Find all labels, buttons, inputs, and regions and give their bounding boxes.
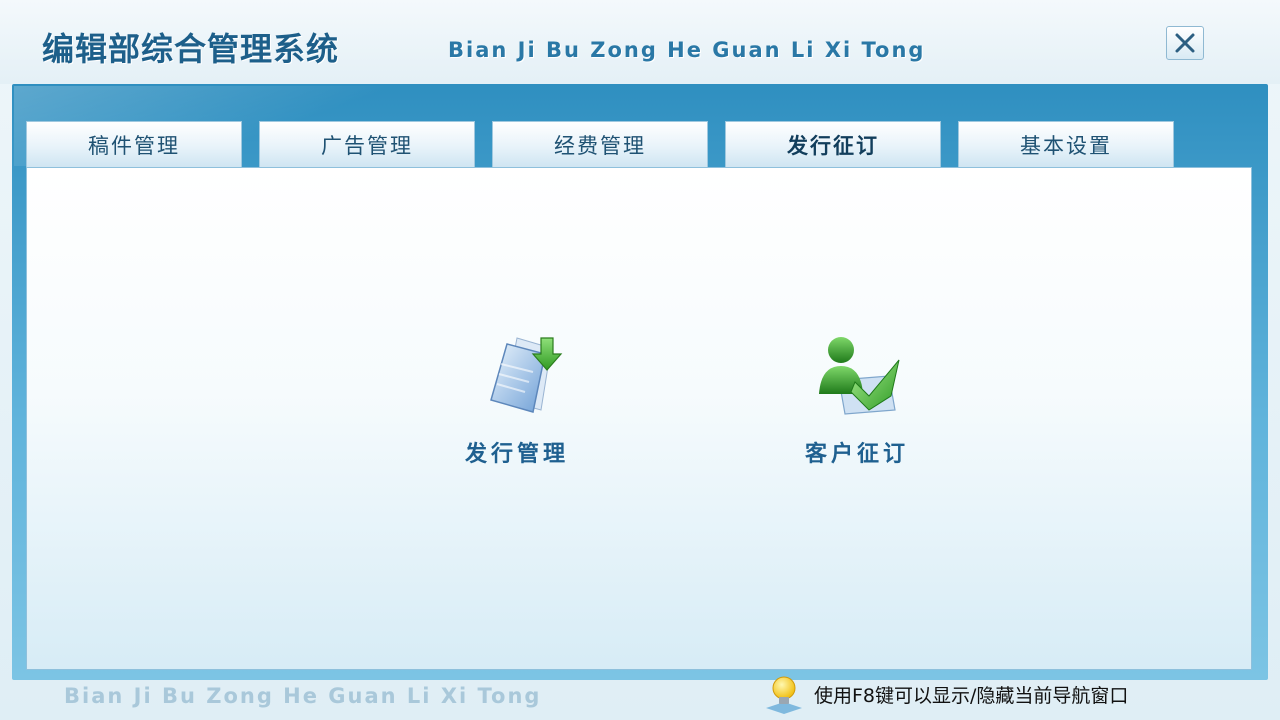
title-bar: 编辑部综合管理系统 Bian Ji Bu Zong He Guan Li Xi … — [0, 0, 1280, 84]
tab-funding[interactable]: 经费管理 — [492, 121, 708, 167]
tab-settings[interactable]: 基本设置 — [958, 121, 1174, 167]
tab-advertising[interactable]: 广告管理 — [259, 121, 475, 167]
shortcut-hint-text: 使用F8键可以显示/隐藏当前导航窗口 — [814, 684, 1129, 707]
distribution-management-button[interactable]: 发行管理 — [437, 330, 597, 468]
customer-subscription-label: 客户征订 — [804, 442, 909, 467]
document-download-icon — [490, 337, 563, 413]
content-panel — [26, 167, 1252, 670]
footer-brand: Bian Ji Bu Zong He Guan Li Xi Tong — [64, 684, 542, 708]
distribution-management-label: 发行管理 — [464, 442, 569, 467]
customer-check-icon — [819, 337, 900, 415]
tab-distribution[interactable]: 发行征订 — [725, 121, 941, 167]
app-title-pinyin: Bian Ji Bu Zong He Guan Li Xi Tong — [448, 38, 926, 62]
close-icon — [1175, 33, 1195, 53]
lightbulb-icon — [766, 676, 802, 714]
customer-subscription-button[interactable]: 客户征订 — [777, 330, 937, 468]
shortcut-hint: 使用F8键可以显示/隐藏当前导航窗口 — [762, 672, 1128, 716]
app-title: 编辑部综合管理系统 — [42, 30, 340, 68]
tab-manuscript[interactable]: 稿件管理 — [26, 121, 242, 167]
close-button[interactable] — [1166, 26, 1204, 60]
